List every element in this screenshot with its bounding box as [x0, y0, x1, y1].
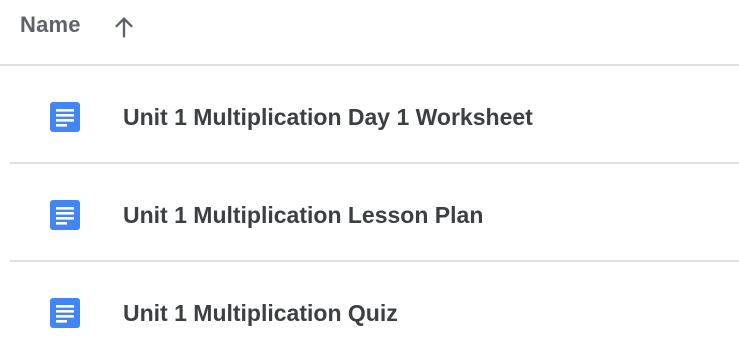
file-list-header: Name	[0, 0, 739, 66]
file-name: Unit 1 Multiplication Quiz	[123, 300, 398, 326]
file-row[interactable]: Unit 1 Multiplication Quiz	[10, 264, 739, 360]
google-docs-icon	[50, 298, 80, 328]
arrow-up-icon[interactable]	[110, 14, 138, 42]
file-name: Unit 1 Multiplication Lesson Plan	[123, 202, 484, 228]
file-name: Unit 1 Multiplication Day 1 Worksheet	[123, 104, 533, 130]
file-row[interactable]: Unit 1 Multiplication Day 1 Worksheet	[10, 68, 739, 164]
google-docs-icon	[50, 102, 80, 132]
google-docs-icon	[50, 200, 80, 230]
name-column-header[interactable]: Name	[20, 12, 81, 38]
file-row[interactable]: Unit 1 Multiplication Lesson Plan	[10, 166, 739, 262]
